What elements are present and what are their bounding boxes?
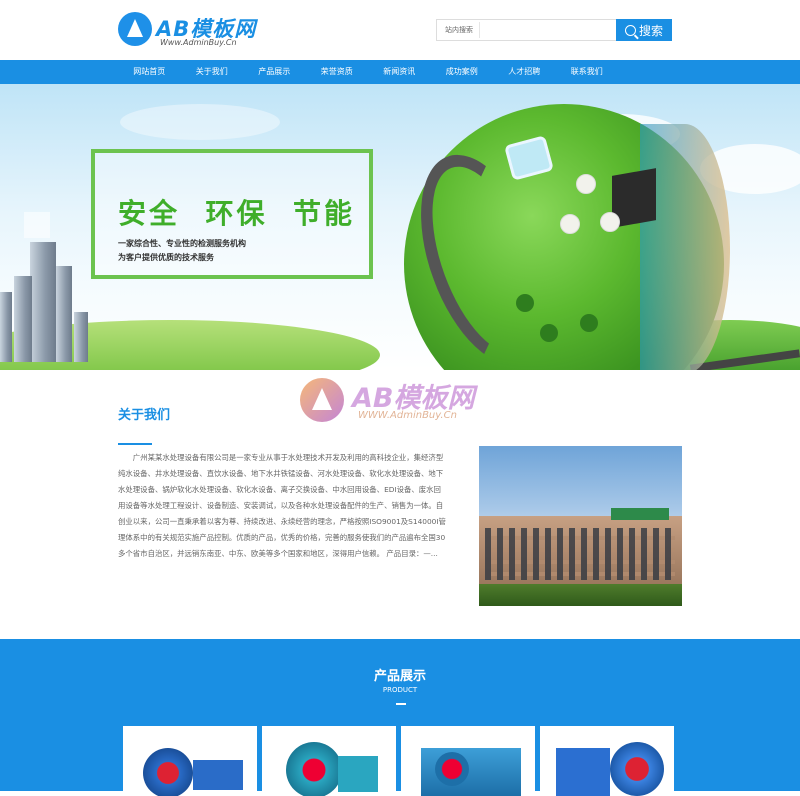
cloud xyxy=(120,104,280,140)
skyscraper xyxy=(30,242,56,362)
product-card[interactable] xyxy=(401,726,535,796)
products-subtitle: PRODUCT xyxy=(382,686,418,694)
tree xyxy=(580,314,598,332)
photo-trees xyxy=(479,584,682,606)
fan-rotor xyxy=(435,752,469,786)
skyscraper xyxy=(56,266,72,362)
about-title[interactable]: 关于我们 xyxy=(118,404,170,423)
nav-item-home[interactable]: 网站首页 xyxy=(118,60,181,84)
motor-image xyxy=(556,748,610,796)
banner-title: 安全 环保 节能 xyxy=(118,197,355,230)
fan-image xyxy=(610,742,664,796)
header: AB模板网 Www.AdminBuy.Cn 站内搜索 搜索 xyxy=(0,0,800,60)
banner-line-2: 为客户提供优质的技术服务 xyxy=(118,253,214,262)
nav-item-jobs[interactable]: 人才招聘 xyxy=(493,60,556,84)
logo-subtext: Www.AdminBuy.Cn xyxy=(160,38,237,47)
nav-item-honors[interactable]: 荣誉资质 xyxy=(306,60,369,84)
products-title: 产品展示 xyxy=(373,669,426,684)
fan-image xyxy=(286,742,342,796)
umbrella xyxy=(560,214,580,234)
watermark-icon xyxy=(300,378,344,422)
search-button-label: 搜索 xyxy=(638,23,663,38)
tree xyxy=(540,324,558,342)
nav-item-cases[interactable]: 成功案例 xyxy=(431,60,494,84)
product-card[interactable] xyxy=(123,726,257,796)
tree xyxy=(516,294,534,312)
watermark-logo: AB模板网 WWW.AdminBuy.Cn xyxy=(300,376,510,436)
search-icon xyxy=(624,24,636,36)
search-input[interactable] xyxy=(479,22,613,38)
search-box: 站内搜索 xyxy=(436,19,616,41)
banner-line-1: 一家综合性、专业性的检测服务机构 xyxy=(118,239,246,248)
umbrella xyxy=(576,174,596,194)
about-text: 广州某某水处理设备有限公司是一家专业从事于水处理技术开发及利用的高科技企业，集经… xyxy=(118,453,446,558)
nav-item-about[interactable]: 关于我们 xyxy=(181,60,244,84)
banner-prev-arrow[interactable] xyxy=(24,212,50,238)
fan-image xyxy=(143,748,193,796)
skyscraper xyxy=(14,276,32,362)
company-photo[interactable] xyxy=(479,446,682,606)
nav-item-news[interactable]: 新闻资讯 xyxy=(368,60,431,84)
search-label: 站内搜索 xyxy=(445,26,473,34)
watermark-subtext: WWW.AdminBuy.Cn xyxy=(358,410,457,421)
skyscraper xyxy=(0,292,12,362)
motor-image xyxy=(193,760,243,790)
title-underline xyxy=(396,703,406,705)
about-section: AB模板网 WWW.AdminBuy.Cn 关于我们 广州某某水处理设备有限公司… xyxy=(0,370,800,639)
skyscraper xyxy=(74,312,88,362)
product-card[interactable] xyxy=(540,726,674,796)
site-logo[interactable]: AB模板网 Www.AdminBuy.Cn xyxy=(118,12,258,52)
logo-icon xyxy=(118,12,152,46)
products-section: 产品展示 PRODUCT xyxy=(0,639,800,796)
product-card[interactable] xyxy=(262,726,396,796)
nav-item-contact[interactable]: 联系我们 xyxy=(556,60,619,84)
nav-item-products[interactable]: 产品展示 xyxy=(243,60,306,84)
globe-ocean xyxy=(640,124,730,370)
main-nav: 网站首页 关于我们 产品展示 荣誉资质 新闻资讯 成功案例 人才招聘 联系我们 xyxy=(0,60,800,84)
title-underline xyxy=(118,443,152,445)
search-button[interactable]: 搜索 xyxy=(616,19,672,41)
photo-sign xyxy=(611,508,669,520)
umbrella xyxy=(600,212,620,232)
motor-image xyxy=(338,756,378,792)
hero-banner[interactable]: 安全 环保 节能 一家综合性、专业性的检测服务机构 为客户提供优质的技术服务 xyxy=(0,84,800,370)
photo-windows xyxy=(485,528,675,580)
